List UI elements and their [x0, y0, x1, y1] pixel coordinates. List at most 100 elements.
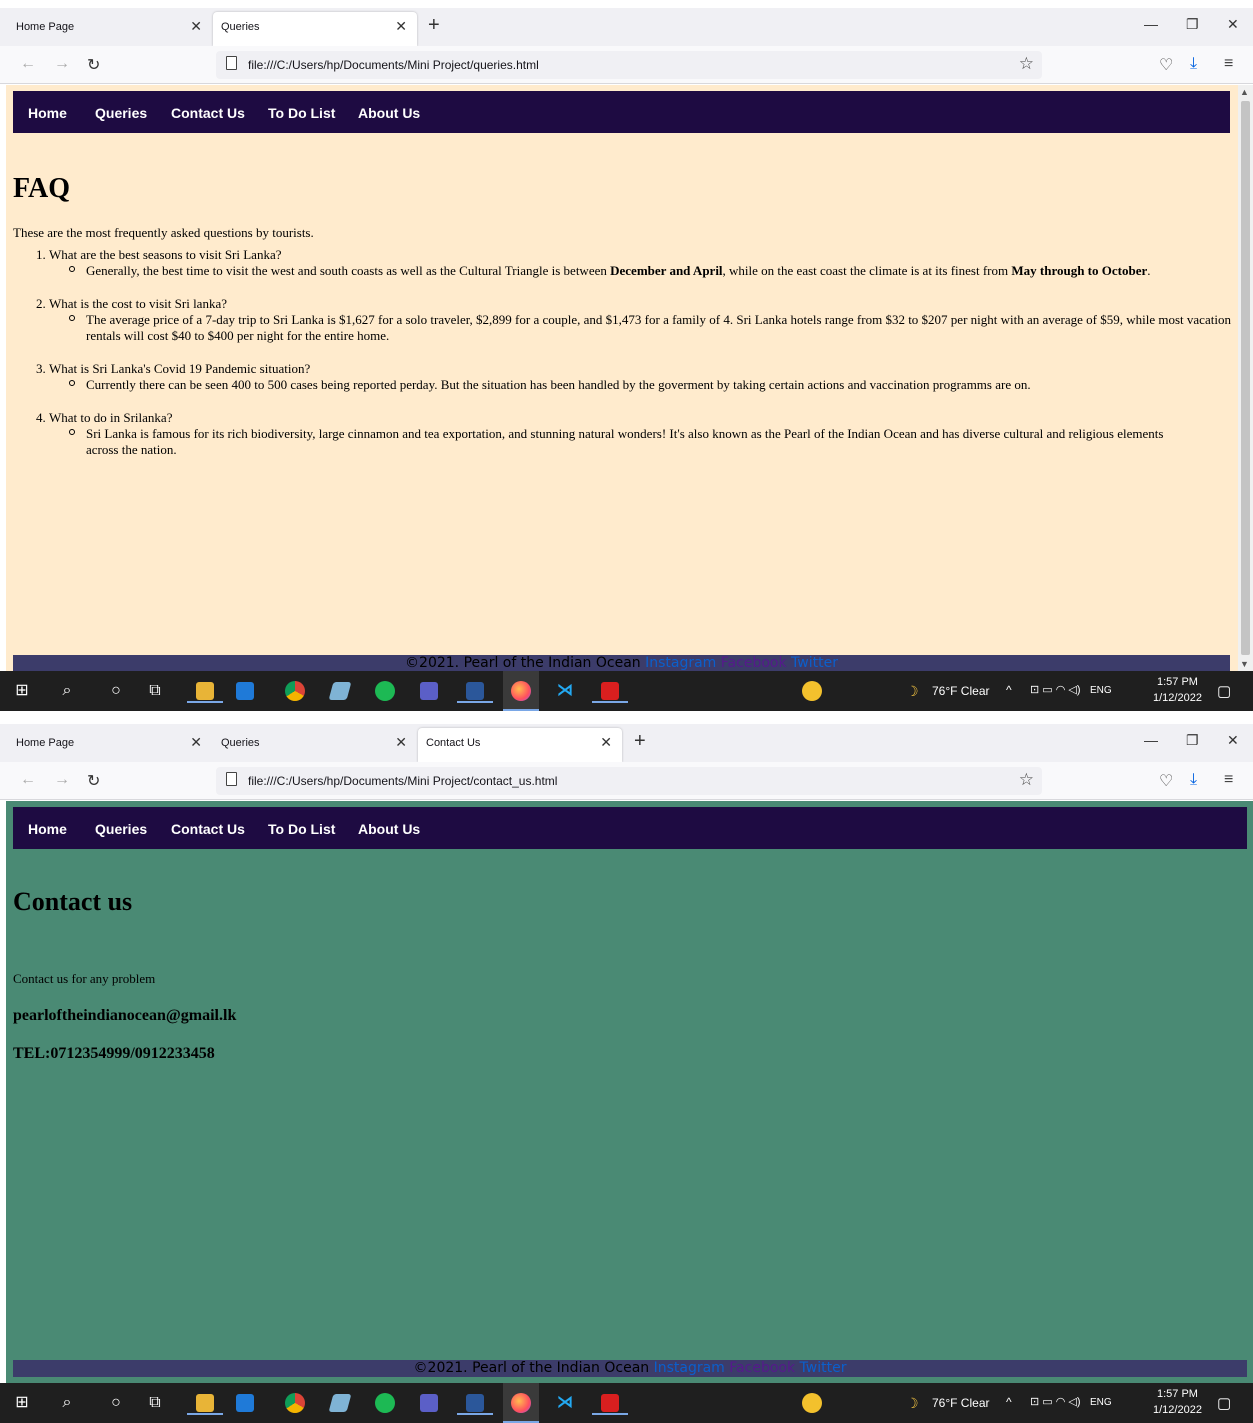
nav-contact-us[interactable]: Contact Us	[171, 105, 245, 121]
nav-home[interactable]: Home	[28, 105, 67, 121]
search-icon[interactable]: ⌕	[55, 679, 79, 703]
tray-icons[interactable]: ⊡ ▭ ◠ ◁)	[1030, 1395, 1081, 1408]
word-icon[interactable]	[457, 1391, 493, 1415]
url-text[interactable]: file:///C:/Users/hp/Documents/Mini Proje…	[248, 774, 557, 788]
forward-icon[interactable]: →	[54, 771, 70, 789]
mail-icon[interactable]	[233, 1391, 257, 1415]
new-tab-icon[interactable]: +	[634, 730, 646, 753]
clock-date[interactable]: 1/12/2022	[1153, 692, 1202, 704]
vscode-icon[interactable]: ⋊	[553, 679, 577, 703]
restore-icon[interactable]: ❐	[1186, 16, 1199, 33]
pocket-icon[interactable]: ♡	[1159, 771, 1173, 791]
chrome-icon[interactable]	[283, 679, 307, 703]
help-icon[interactable]	[800, 679, 824, 703]
back-icon[interactable]: ←	[20, 55, 36, 73]
close-icon[interactable]: ✕	[190, 18, 202, 35]
minimize-icon[interactable]: —	[1144, 16, 1158, 32]
menu-icon[interactable]: ≡	[1224, 55, 1233, 73]
windows-start-icon[interactable]: ⊞	[10, 1391, 34, 1415]
task-view-icon[interactable]: ⧉	[143, 1391, 167, 1415]
tab-home-page[interactable]: Home Page ✕	[8, 728, 212, 762]
spotify-icon[interactable]	[373, 679, 397, 703]
notifications-icon[interactable]: ▢	[1217, 682, 1231, 700]
nav-about-us[interactable]: About Us	[358, 105, 420, 121]
file-explorer-icon[interactable]	[187, 679, 223, 703]
close-icon[interactable]: ✕	[395, 734, 407, 751]
weather-text[interactable]: 76°F Clear	[932, 1396, 990, 1410]
firefox-icon[interactable]	[503, 1383, 539, 1423]
tab-contact-us[interactable]: Contact Us ✕	[418, 728, 622, 762]
forward-icon[interactable]: →	[54, 55, 70, 73]
tray-icons[interactable]: ⊡ ▭ ◠ ◁)	[1030, 683, 1081, 696]
scroll-thumb[interactable]	[1241, 101, 1250, 655]
word-icon[interactable]	[457, 679, 493, 703]
windows-start-icon[interactable]: ⊞	[10, 679, 34, 703]
reload-icon[interactable]: ↻	[87, 55, 100, 75]
teams-icon[interactable]	[417, 679, 441, 703]
nav-home[interactable]: Home	[28, 821, 67, 837]
reload-icon[interactable]: ↻	[87, 771, 100, 791]
url-bar[interactable]: file:///C:/Users/hp/Documents/Mini Proje…	[216, 51, 1042, 79]
language-indicator[interactable]: ENG	[1090, 685, 1112, 696]
search-icon[interactable]: ⌕	[55, 1391, 79, 1415]
bookmark-star-icon[interactable]: ☆	[1019, 54, 1034, 74]
download-icon[interactable]: ⤓	[1190, 771, 1197, 789]
clock-time[interactable]: 1:57 PM	[1157, 676, 1198, 688]
minimize-icon[interactable]: —	[1144, 732, 1158, 748]
firefox-icon[interactable]	[503, 671, 539, 711]
spotify-icon[interactable]	[373, 1391, 397, 1415]
notifications-icon[interactable]: ▢	[1217, 1394, 1231, 1412]
scroll-up-icon[interactable]: ▲	[1240, 87, 1249, 97]
download-icon[interactable]: ⤓	[1190, 55, 1197, 73]
nav-queries[interactable]: Queries	[95, 105, 147, 121]
clock-date[interactable]: 1/12/2022	[1153, 1404, 1202, 1416]
nav-queries[interactable]: Queries	[95, 821, 147, 837]
tab-queries[interactable]: Queries ✕	[213, 12, 417, 46]
cortana-icon[interactable]: ○	[104, 1391, 128, 1415]
nav-about-us[interactable]: About Us	[358, 821, 420, 837]
url-text[interactable]: file:///C:/Users/hp/Documents/Mini Proje…	[248, 58, 539, 72]
instagram-link[interactable]: Instagram	[654, 1360, 725, 1376]
new-tab-icon[interactable]: +	[428, 14, 440, 37]
acrobat-icon[interactable]	[592, 1391, 628, 1415]
bookmark-star-icon[interactable]: ☆	[1019, 770, 1034, 790]
pocket-icon[interactable]: ♡	[1159, 55, 1173, 75]
close-icon[interactable]: ✕	[395, 18, 407, 35]
tab-home-page[interactable]: Home Page ✕	[8, 12, 212, 46]
nav-to-do-list[interactable]: To Do List	[268, 105, 335, 121]
acrobat-icon[interactable]	[592, 679, 628, 703]
mail-icon[interactable]	[233, 679, 257, 703]
close-icon[interactable]: ✕	[600, 734, 612, 751]
app-icon[interactable]	[328, 679, 352, 703]
instagram-link[interactable]: Instagram	[645, 655, 716, 671]
chrome-icon[interactable]	[283, 1391, 307, 1415]
nav-contact-us[interactable]: Contact Us	[171, 821, 245, 837]
menu-icon[interactable]: ≡	[1224, 771, 1233, 789]
close-window-icon[interactable]: ✕	[1227, 732, 1239, 749]
language-indicator[interactable]: ENG	[1090, 1397, 1112, 1408]
cortana-icon[interactable]: ○	[104, 679, 128, 703]
facebook-link[interactable]: Facebook	[721, 655, 787, 671]
task-view-icon[interactable]: ⧉	[143, 679, 167, 703]
close-window-icon[interactable]: ✕	[1227, 16, 1239, 33]
vscode-icon[interactable]: ⋊	[553, 1391, 577, 1415]
chevron-up-icon[interactable]: ^	[1006, 1395, 1012, 1409]
vertical-scrollbar[interactable]: ▲ ▼	[1238, 85, 1253, 671]
facebook-link[interactable]: Facebook	[729, 1360, 795, 1376]
twitter-link[interactable]: Twitter	[791, 655, 838, 671]
app-icon[interactable]	[328, 1391, 352, 1415]
scroll-down-icon[interactable]: ▼	[1240, 659, 1249, 669]
tab-queries[interactable]: Queries ✕	[213, 728, 417, 762]
teams-icon[interactable]	[417, 1391, 441, 1415]
url-bar[interactable]: file:///C:/Users/hp/Documents/Mini Proje…	[216, 767, 1042, 795]
restore-icon[interactable]: ❐	[1186, 732, 1199, 749]
back-icon[interactable]: ←	[20, 771, 36, 789]
twitter-link[interactable]: Twitter	[800, 1360, 847, 1376]
clock-time[interactable]: 1:57 PM	[1157, 1388, 1198, 1400]
help-icon[interactable]	[800, 1391, 824, 1415]
nav-to-do-list[interactable]: To Do List	[268, 821, 335, 837]
close-icon[interactable]: ✕	[190, 734, 202, 751]
chevron-up-icon[interactable]: ^	[1006, 683, 1012, 697]
weather-text[interactable]: 76°F Clear	[932, 684, 990, 698]
file-explorer-icon[interactable]	[187, 1391, 223, 1415]
